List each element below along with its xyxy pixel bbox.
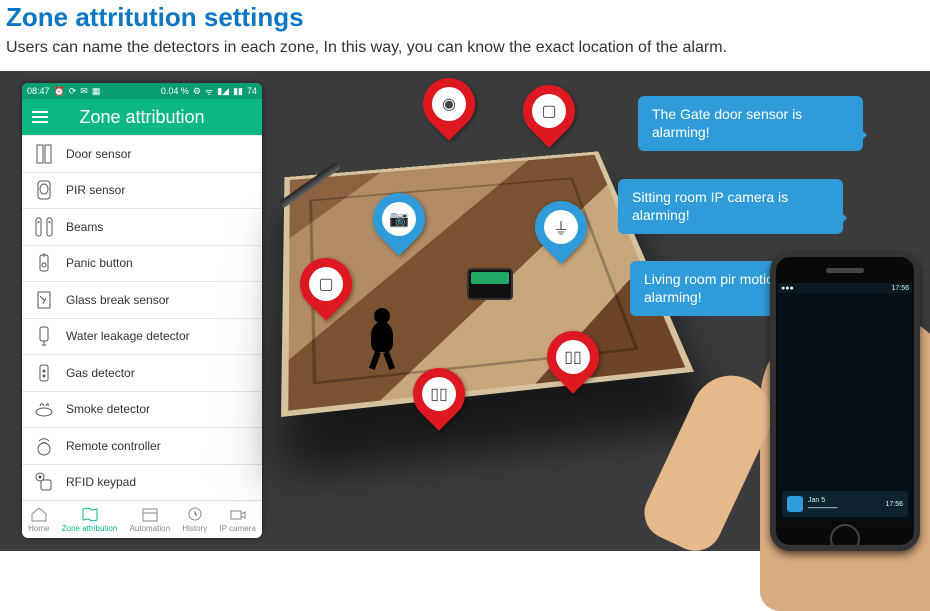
zone-label: Gas detector — [66, 366, 135, 380]
history-icon — [186, 506, 204, 522]
notification-phone: ●●●17:56 Jan 5━━━━━━━ 17:56 — [770, 251, 920, 551]
zone-item-rfid[interactable]: RFID keypad — [22, 465, 262, 501]
status-bar: 08:47 ⏰ ⟳ ✉ ▦ 0.04 % ⚙ ᯤ ▮◢ ▮▮ 74 — [22, 83, 262, 99]
page-title: Zone attritution settings — [6, 2, 924, 33]
status-batt: 74 — [247, 86, 257, 96]
zone-item-glass[interactable]: Glass break sensor — [22, 282, 262, 319]
zone-item-smoke[interactable]: Smoke detector — [22, 392, 262, 429]
stage: 08:47 ⏰ ⟳ ✉ ▦ 0.04 % ⚙ ᯤ ▮◢ ▮▮ 74 Zone a… — [0, 71, 930, 551]
alert-bubble-gate: The Gate door sensor is alarming! — [638, 96, 863, 151]
panic-icon — [34, 253, 54, 273]
pin-camera: 📷 — [373, 193, 425, 257]
alarm-icon: ⏰ — [54, 86, 65, 97]
notification-item: Jan 5━━━━━━━ 17:56 — [782, 491, 908, 517]
app-phone: 08:47 ⏰ ⟳ ✉ ▦ 0.04 % ⚙ ᯤ ▮◢ ▮▮ 74 Zone a… — [22, 83, 262, 538]
smoke-icon — [34, 399, 54, 419]
pin-pir: ▢ — [523, 85, 575, 149]
water-icon — [34, 326, 54, 346]
home-icon — [30, 506, 48, 522]
socket-icon: ⏚ — [544, 210, 578, 244]
zone-item-beams[interactable]: Beams — [22, 209, 262, 246]
tab-automation[interactable]: Automation — [130, 506, 170, 533]
zone-item-pir[interactable]: PIR sensor — [22, 173, 262, 210]
door-sensor-icon: ▯▯ — [556, 340, 590, 374]
tab-label: Zone attribution — [62, 524, 118, 533]
zone-label: RFID keypad — [66, 475, 136, 489]
pir-sensor-icon: ▢ — [532, 94, 566, 128]
ip-camera-icon: 📷 — [382, 202, 416, 236]
pin-pir2: ▢ — [300, 258, 352, 322]
zone-list: Door sensor PIR sensor Beams Panic butto… — [22, 135, 262, 500]
signal-icon: ▮◢ — [217, 86, 229, 97]
tab-history[interactable]: History — [182, 506, 207, 533]
notification-date: Jan 5 — [808, 497, 838, 504]
speaker-icon — [826, 268, 864, 273]
rfid-icon — [34, 472, 54, 492]
page-subtitle: Users can name the detectors in each zon… — [6, 39, 924, 57]
notification-app-icon — [787, 496, 803, 512]
zone-label: PIR sensor — [66, 183, 125, 197]
burglar-icon — [365, 308, 399, 368]
tab-bar: Home Zone attribution Automation History… — [22, 500, 262, 538]
zone-item-water[interactable]: Water leakage detector — [22, 319, 262, 356]
status-time: 08:47 — [27, 86, 50, 96]
tab-label: IP camera — [219, 524, 255, 533]
zone-item-remote[interactable]: Remote controller — [22, 428, 262, 465]
zone-item-gas[interactable]: Gas detector — [22, 355, 262, 392]
zone-item-door[interactable]: Door sensor — [22, 136, 262, 173]
zone-label: Door sensor — [66, 147, 131, 161]
camera-icon — [229, 506, 247, 522]
menu-icon[interactable] — [32, 111, 48, 123]
notification-time: 17:56 — [885, 501, 903, 508]
pin-smoke: ◉ — [423, 78, 475, 142]
calendar-icon — [141, 506, 159, 522]
gas-icon — [34, 363, 54, 383]
app-bar-title: Zone attribution — [79, 107, 204, 128]
battery-icon: ▮▮ — [233, 86, 243, 97]
phone-statusbar: ●●●17:56 — [778, 283, 912, 293]
status-pct: 0.04 % — [161, 86, 189, 96]
tab-zone[interactable]: Zone attribution — [62, 506, 118, 533]
grid-icon: ▦ — [92, 86, 101, 97]
tab-camera[interactable]: IP camera — [219, 506, 255, 533]
smoke-detector-icon: ◉ — [432, 87, 466, 121]
zone-label: Water leakage detector — [66, 329, 190, 343]
door-icon — [34, 144, 54, 164]
wifi-icon: ᯤ — [205, 85, 213, 98]
floorplan: ◉ ▢ 📷 ⏚ ▢ ▯▯ ▯▯ — [285, 93, 645, 433]
remote-icon — [34, 436, 54, 456]
sync-icon: ⟳ — [69, 86, 77, 97]
glass-icon — [34, 290, 54, 310]
app-bar: Zone attribution — [22, 99, 262, 135]
zone-label: Panic button — [66, 256, 133, 270]
tab-label: Automation — [130, 524, 170, 533]
tab-home[interactable]: Home — [28, 506, 49, 533]
zone-item-panic[interactable]: Panic button — [22, 246, 262, 283]
wifi-icon: ⚙ — [193, 86, 201, 97]
zone-label: Glass break sensor — [66, 293, 169, 307]
pir-sensor-icon: ▢ — [309, 267, 343, 301]
pin-door: ▯▯ — [413, 368, 465, 432]
zone-label: Smoke detector — [66, 402, 150, 416]
map-icon — [81, 506, 99, 522]
zone-label: Remote controller — [66, 439, 161, 453]
phone-screen: ●●●17:56 Jan 5━━━━━━━ 17:56 — [778, 283, 912, 521]
mail-icon: ✉ — [80, 86, 88, 97]
pin-door2: ▯▯ — [547, 331, 599, 395]
pir-icon — [34, 180, 54, 200]
alarm-panel-icon — [467, 268, 513, 300]
tab-label: History — [182, 524, 207, 533]
pin-socket: ⏚ — [535, 201, 587, 265]
beams-icon — [34, 217, 54, 237]
tab-label: Home — [28, 524, 49, 533]
door-sensor-icon: ▯▯ — [422, 377, 456, 411]
zone-label: Beams — [66, 220, 103, 234]
